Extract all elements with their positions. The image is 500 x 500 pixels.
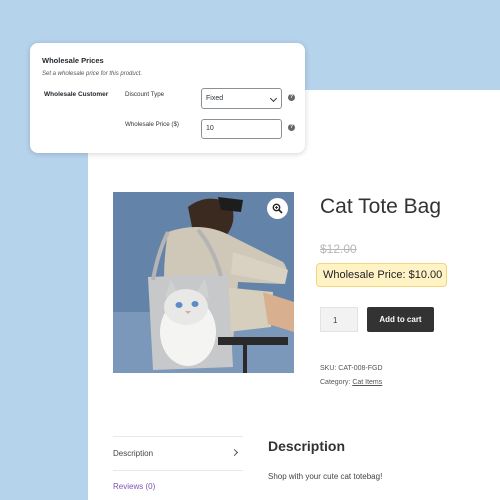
quantity-input[interactable]: 1 (320, 307, 358, 332)
tab-divider (113, 436, 243, 437)
zoom-button[interactable] (267, 198, 288, 219)
wholesale-price-badge: Wholesale Price: $10.00 (316, 263, 447, 287)
card-title: Wholesale Prices (42, 56, 104, 65)
help-icon[interactable]: ? (288, 94, 295, 101)
description-heading: Description (268, 438, 346, 454)
product-sku: SKU: CAT-008-FGD (320, 365, 383, 372)
chevron-down-icon (269, 94, 278, 103)
help-icon[interactable]: ? (288, 124, 295, 131)
product-image[interactable] (113, 192, 294, 373)
wholesale-price-input[interactable]: 10 (201, 119, 282, 139)
category-label: Category: (320, 379, 351, 386)
category-link[interactable]: Cat Items (352, 379, 382, 386)
discount-type-label: Discount Type (125, 91, 165, 98)
discount-type-value: Fixed (206, 95, 224, 102)
tab-reviews[interactable]: Reviews (0) (113, 482, 155, 491)
wholesale-role-label: Wholesale Customer (44, 91, 109, 98)
wholesale-prices-card: Wholesale Prices Set a wholesale price f… (30, 43, 305, 153)
tab-divider (113, 470, 243, 471)
regular-price: $12.00 (320, 242, 357, 256)
card-subtitle: Set a wholesale price for this product. (42, 71, 143, 77)
product-title: Cat Tote Bag (320, 195, 442, 218)
wholesale-price-label: Wholesale Price ($) (125, 121, 179, 128)
tab-description[interactable]: Description (113, 449, 153, 458)
product-category: Category: Cat Items (320, 379, 382, 386)
product-photo-illustration (113, 192, 294, 373)
description-text: Shop with your cute cat totebag! (268, 472, 383, 481)
magnifier-icon (272, 203, 283, 214)
add-to-cart-button[interactable]: Add to cart (367, 307, 434, 332)
discount-type-select[interactable]: Fixed (201, 88, 282, 109)
